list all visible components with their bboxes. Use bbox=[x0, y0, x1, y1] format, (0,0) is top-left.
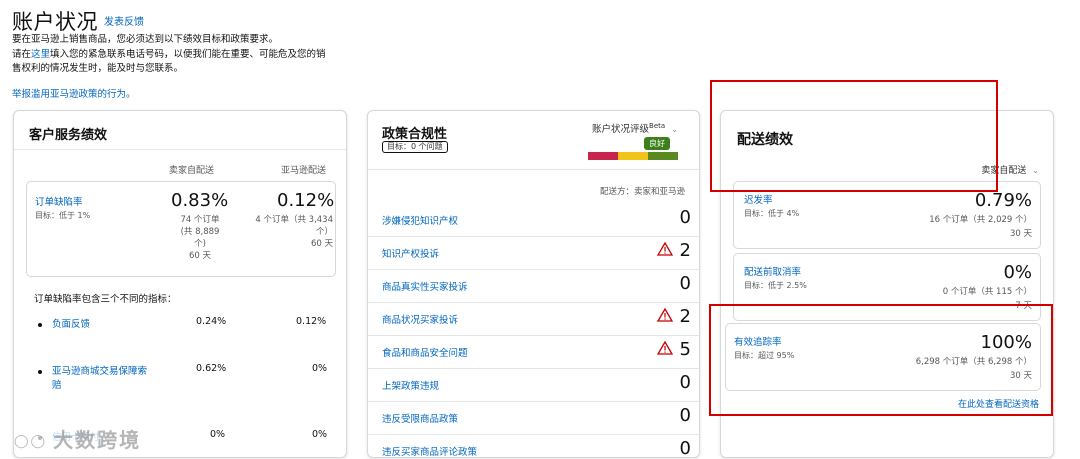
feedback-link[interactable]: 发表反馈 bbox=[104, 13, 144, 28]
bullet-dot bbox=[38, 322, 42, 327]
here-link[interactable]: 这里 bbox=[31, 49, 50, 60]
late-shipment-days: 30 天 bbox=[1009, 229, 1032, 239]
annotation-box-shipping-header bbox=[710, 80, 998, 192]
a-to-z-claim-link[interactable]: 亚马逊商城交易保障索赔 bbox=[38, 366, 147, 391]
chevron-down-icon: ⌄ bbox=[671, 125, 678, 134]
policy-title: 政策合规性 bbox=[382, 127, 448, 142]
policy-row-label[interactable]: 商品状况买家投诉 bbox=[382, 312, 458, 326]
report-abuse-link[interactable]: 举报滥用亚马逊政策的行为。 bbox=[12, 86, 136, 100]
negative-feedback-amazon: 0.12% bbox=[296, 316, 327, 327]
policy-row-label[interactable]: 食品和商品安全问题 bbox=[382, 345, 468, 359]
policy-row-count: 0 bbox=[679, 207, 691, 228]
chargeback-amazon: 0% bbox=[312, 429, 328, 440]
bullet-dot bbox=[38, 369, 42, 374]
policy-row-label[interactable]: 上架政策违规 bbox=[382, 378, 439, 392]
policy-row-count: 0 bbox=[679, 438, 691, 458]
policy-row-count: 5 bbox=[679, 339, 691, 360]
rating-badge: 良好 bbox=[644, 137, 670, 150]
odr-amazon-value: 0.12% bbox=[277, 190, 335, 211]
rating-label-text: 账户状况评级 bbox=[592, 124, 650, 135]
intro-line-1: 要在亚马逊上销售商品，您必须达到以下绩效目标和政策要求。 bbox=[12, 34, 279, 45]
watermark-text: 大数跨境 bbox=[53, 428, 142, 452]
odr-seller-line2: (共 8,889 bbox=[180, 227, 220, 237]
a-to-z-seller: 0.62% bbox=[196, 363, 227, 374]
policy-target: 目标：0 个问题 bbox=[382, 141, 448, 153]
beta-badge: Beta bbox=[649, 121, 666, 130]
list-item[interactable]: 违反受限商品政策 0 bbox=[368, 401, 699, 435]
rating-label[interactable]: 账户状况评级Beta ⌄ bbox=[592, 121, 678, 135]
odr-amazon-days: 60 天 bbox=[310, 239, 333, 249]
odr-seller-line1: 74 个订单 bbox=[180, 215, 220, 225]
warning-icon bbox=[657, 308, 673, 322]
chevron-down-icon: ⌄ bbox=[1032, 166, 1039, 175]
cancel-rate-value: 0% bbox=[1003, 262, 1032, 283]
policy-row-count: 0 bbox=[679, 405, 691, 426]
rating-bar bbox=[588, 152, 678, 160]
policy-row-label[interactable]: 商品真实性买家投诉 bbox=[382, 279, 468, 293]
list-item[interactable]: 商品状况买家投诉 2 bbox=[368, 302, 699, 336]
late-shipment-detail: 16 个订单（共 2,029 个） bbox=[929, 215, 1032, 225]
list-item[interactable]: 涉嫌侵犯知识产权 0 bbox=[368, 203, 699, 237]
customer-service-panel: 客户服务绩效 卖家自配送 亚马逊配送 订单缺陷率 目标：低于 1% 0.83% … bbox=[13, 110, 347, 458]
odr-amazon-line2: 个） bbox=[315, 227, 333, 237]
cancel-rate-link[interactable]: 配送前取消率 bbox=[744, 264, 801, 278]
policy-row-label[interactable]: 违反买家商品评论政策 bbox=[382, 444, 477, 457]
negative-feedback-link[interactable]: 负面反馈 bbox=[52, 319, 90, 330]
policy-row-count: 2 bbox=[679, 306, 691, 327]
odr-seller-days: 60 天 bbox=[188, 251, 212, 261]
intro-text-b: 填入您的紧急联系电话号码，以便我们能在重要、可能危及您的销 bbox=[50, 48, 326, 60]
odr-breakdown-title: 订单缺陷率包含三个不同的指标： bbox=[34, 294, 177, 305]
cancel-rate-target: 目标：低于 2.5% bbox=[744, 281, 807, 290]
chargeback-seller: 0% bbox=[210, 429, 226, 440]
list-item[interactable]: 食品和商品安全问题 5 bbox=[368, 335, 699, 369]
list-item: 负面反馈 0.24% 0.12% bbox=[38, 316, 328, 330]
late-shipment-target: 目标：低于 4% bbox=[744, 209, 800, 218]
odr-amazon-line1: 4 个订单（共 3,434 bbox=[255, 215, 333, 225]
odr-seller-line3: 个) bbox=[194, 239, 206, 249]
a-to-z-amazon: 0% bbox=[312, 363, 328, 374]
watermark: ◯◯ 大数跨境 bbox=[14, 424, 141, 453]
annotation-box-tracking bbox=[709, 304, 1053, 416]
odr-seller-value: 0.83% bbox=[171, 190, 229, 211]
intro-line-2: 请在这里填入您的紧急联系电话号码，以便我们能在重要、可能危及您的销 bbox=[12, 48, 357, 63]
list-item: 亚马逊商城交易保障索赔 0.62% 0% bbox=[38, 363, 328, 391]
late-shipment-value: 0.79% bbox=[974, 190, 1032, 211]
policy-row-label[interactable]: 涉嫌侵犯知识产权 bbox=[382, 213, 458, 227]
intro-text-a: 请在 bbox=[12, 48, 32, 60]
fulfillment-note: 配送方：卖家和亚马逊 bbox=[599, 187, 685, 197]
policy-row-count: 2 bbox=[679, 240, 691, 261]
intro-text: 要在亚马逊上销售商品，您必须达到以下绩效目标和政策要求。 请在这里填入您的紧急联… bbox=[12, 33, 357, 77]
odr-link[interactable]: 订单缺陷率 bbox=[35, 194, 83, 208]
list-item[interactable]: 上架政策违规 0 bbox=[368, 368, 699, 402]
policy-row-count: 0 bbox=[679, 273, 691, 294]
odr-card: 订单缺陷率 目标：低于 1% 0.83% 74 个订单 (共 8,889 个) … bbox=[26, 181, 336, 277]
odr-target: 目标：低于 1% bbox=[35, 211, 91, 220]
negative-feedback-seller: 0.24% bbox=[196, 316, 227, 327]
list-item[interactable]: 商品真实性买家投诉 0 bbox=[368, 269, 699, 303]
customer-service-title: 客户服务绩效 bbox=[29, 128, 108, 143]
page-title: 账户状况 bbox=[12, 10, 98, 34]
odr-seller-detail: 74 个订单 (共 8,889 个) 60 天 bbox=[171, 214, 229, 262]
watermark-logo-icon: ◯◯ bbox=[14, 434, 48, 449]
policy-row-label[interactable]: 知识产权投诉 bbox=[382, 246, 439, 260]
a-to-z-label-line2: 赔 bbox=[52, 380, 62, 391]
policy-row-count: 0 bbox=[679, 372, 691, 393]
intro-line-3: 售权利的情况发生时，能及时与您联系。 bbox=[12, 63, 184, 74]
warning-icon bbox=[657, 242, 673, 256]
a-to-z-label-line1: 亚马逊商城交易保障索 bbox=[52, 366, 148, 377]
col-amazon-header: 亚马逊配送 bbox=[281, 166, 327, 176]
odr-amazon-detail: 4 个订单（共 3,434 个） 60 天 bbox=[249, 214, 333, 250]
list-item[interactable]: 违反买家商品评论政策 0 bbox=[368, 434, 699, 458]
list-item[interactable]: 知识产权投诉 2 bbox=[368, 236, 699, 270]
col-seller-header: 卖家自配送 bbox=[169, 166, 215, 176]
policy-compliance-panel: 政策合规性 目标：0 个问题 账户状况评级Beta ⌄ 良好 配送方：卖家和亚马… bbox=[367, 110, 700, 458]
late-shipment-link[interactable]: 迟发率 bbox=[744, 192, 773, 206]
warning-icon bbox=[657, 341, 673, 355]
cancel-rate-detail: 0 个订单（共 115 个） bbox=[942, 287, 1032, 297]
policy-row-label[interactable]: 违反受限商品政策 bbox=[382, 411, 458, 425]
